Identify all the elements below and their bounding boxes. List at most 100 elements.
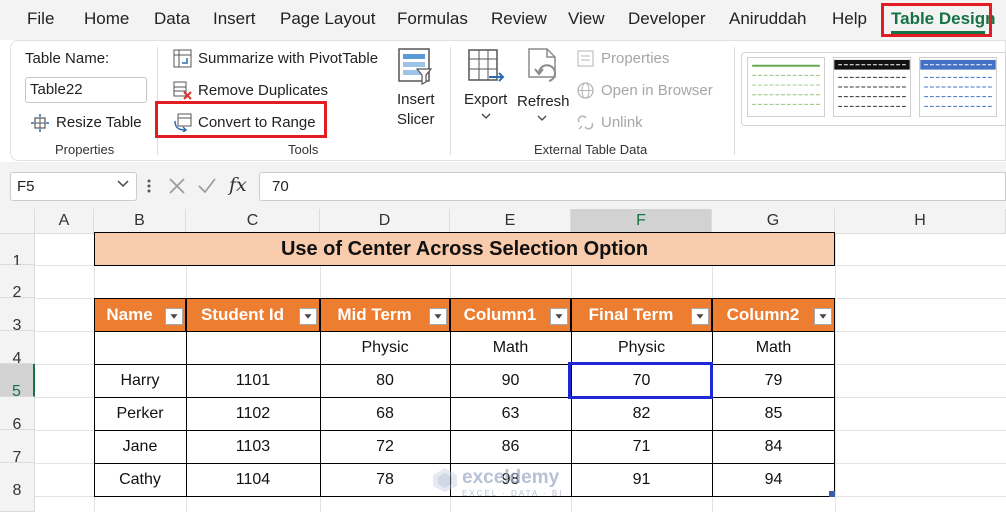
external-data-group-label: External Table Data: [534, 142, 648, 157]
properties-icon: [577, 50, 594, 67]
filter-dropdown-icon[interactable]: [550, 308, 568, 325]
table-style-green[interactable]: [747, 57, 825, 117]
menu-review[interactable]: Review: [491, 9, 547, 29]
row-header-8[interactable]: 8: [0, 463, 35, 512]
summarize-pivot-button[interactable]: Summarize with PivotTable: [198, 50, 378, 67]
column-header-d[interactable]: D: [320, 209, 450, 234]
enter-check-icon[interactable]: [197, 177, 217, 195]
cell-b6[interactable]: Perker: [94, 397, 186, 430]
export-button[interactable]: Export: [464, 91, 507, 108]
cell-g5[interactable]: 79: [712, 364, 835, 397]
open-in-browser-icon: [577, 82, 594, 99]
refresh-chevron-icon[interactable]: [537, 115, 547, 122]
filter-dropdown-icon[interactable]: [165, 308, 183, 325]
column-header-a[interactable]: A: [35, 209, 94, 234]
watermark-name: exceldemy: [462, 467, 560, 488]
cell-b7[interactable]: Jane: [94, 430, 186, 463]
cell-g8[interactable]: 94: [712, 463, 835, 496]
filter-dropdown-icon[interactable]: [429, 308, 447, 325]
formula-input[interactable]: 70: [259, 172, 1006, 201]
menu-page-layout[interactable]: Page Layout: [280, 9, 375, 29]
insert-function-icon[interactable]: fx: [229, 174, 247, 196]
active-cell-selection: [568, 362, 713, 399]
more-options-icon[interactable]: [146, 178, 152, 194]
row-header-4[interactable]: 4: [0, 331, 35, 367]
cancel-icon[interactable]: [168, 177, 186, 195]
column-header-b[interactable]: B: [94, 209, 186, 234]
table-name-label: Table Name:: [25, 50, 110, 67]
cell-g4[interactable]: Math: [712, 331, 835, 364]
row-header-7[interactable]: 7: [0, 430, 35, 466]
cell-d6[interactable]: 68: [320, 397, 450, 430]
row-header-6[interactable]: 6: [0, 397, 35, 433]
menu-view[interactable]: View: [568, 9, 605, 29]
group-separator: [450, 47, 451, 155]
table-border: [94, 463, 835, 464]
menu-formulas[interactable]: Formulas: [397, 9, 468, 29]
cell-c4[interactable]: [186, 331, 320, 364]
unlink-button[interactable]: Unlink: [601, 114, 643, 131]
cell-g6[interactable]: 85: [712, 397, 835, 430]
open-in-browser-button[interactable]: Open in Browser: [601, 82, 713, 99]
cell-e6[interactable]: 63: [450, 397, 571, 430]
pivot-table-icon: [173, 49, 192, 68]
table-style-blue[interactable]: [919, 57, 997, 117]
cell-g7[interactable]: 84: [712, 430, 835, 463]
cell-d8[interactable]: 78: [320, 463, 450, 496]
menu-help[interactable]: Help: [832, 9, 867, 29]
column-header-f[interactable]: F: [571, 209, 712, 234]
menu-aniruddah[interactable]: Aniruddah: [729, 9, 807, 29]
cell-d5[interactable]: 80: [320, 364, 450, 397]
cell-e5[interactable]: 90: [450, 364, 571, 397]
menu-insert[interactable]: Insert: [213, 9, 256, 29]
row-header-1[interactable]: 1: [0, 234, 35, 270]
cell-c6[interactable]: 1102: [186, 397, 320, 430]
row-header-5[interactable]: 5: [0, 364, 35, 400]
column-header-c[interactable]: C: [186, 209, 320, 234]
cell-b8[interactable]: Cathy: [94, 463, 186, 496]
filter-dropdown-icon[interactable]: [814, 308, 832, 325]
select-all-corner[interactable]: [0, 209, 35, 234]
column-header-e[interactable]: E: [450, 209, 571, 234]
sheet-title[interactable]: Use of Center Across Selection Option: [94, 232, 835, 266]
table-border: [94, 298, 95, 496]
name-box-dropdown-icon[interactable]: [117, 180, 129, 188]
insert-slicer-label-1[interactable]: Insert: [397, 91, 435, 108]
cell-f8[interactable]: 91: [571, 463, 712, 496]
cell-c8[interactable]: 1104: [186, 463, 320, 496]
cell-b5[interactable]: Harry: [94, 364, 186, 397]
cell-c5[interactable]: 1101: [186, 364, 320, 397]
insert-slicer-icon: [398, 48, 433, 85]
menu-home[interactable]: Home: [84, 9, 129, 29]
cell-f7[interactable]: 71: [571, 430, 712, 463]
row-header-3[interactable]: 3: [0, 298, 35, 334]
cell-d4[interactable]: Physic: [320, 331, 450, 364]
row-header-2[interactable]: 2: [0, 265, 35, 301]
menu-developer[interactable]: Developer: [628, 9, 706, 29]
cell-e7[interactable]: 86: [450, 430, 571, 463]
cell-f4[interactable]: Physic: [571, 331, 712, 364]
properties-button[interactable]: Properties: [601, 50, 669, 67]
filter-dropdown-icon[interactable]: [299, 308, 317, 325]
column-header-h[interactable]: H: [835, 209, 1006, 234]
menu-data[interactable]: Data: [154, 9, 190, 29]
refresh-button[interactable]: Refresh: [517, 93, 570, 110]
insert-slicer-label-2[interactable]: Slicer: [397, 111, 435, 128]
cell-d7[interactable]: 72: [320, 430, 450, 463]
remove-duplicates-button[interactable]: Remove Duplicates: [198, 82, 328, 99]
cell-f6[interactable]: 82: [571, 397, 712, 430]
table-border: [94, 364, 835, 365]
column-header-g[interactable]: G: [712, 209, 835, 234]
table-resize-handle[interactable]: [829, 491, 835, 497]
cell-e4[interactable]: Math: [450, 331, 571, 364]
tools-group-label: Tools: [288, 142, 319, 157]
cell-c7[interactable]: 1103: [186, 430, 320, 463]
table-name-input[interactable]: Table22: [25, 77, 147, 103]
properties-group-label: Properties: [55, 142, 115, 157]
cell-b4[interactable]: [94, 331, 186, 364]
menu-file[interactable]: File: [27, 9, 54, 29]
table-style-black[interactable]: [833, 57, 911, 117]
resize-table-button[interactable]: Resize Table: [56, 114, 142, 131]
filter-dropdown-icon[interactable]: [691, 308, 709, 325]
export-chevron-icon[interactable]: [481, 113, 491, 120]
